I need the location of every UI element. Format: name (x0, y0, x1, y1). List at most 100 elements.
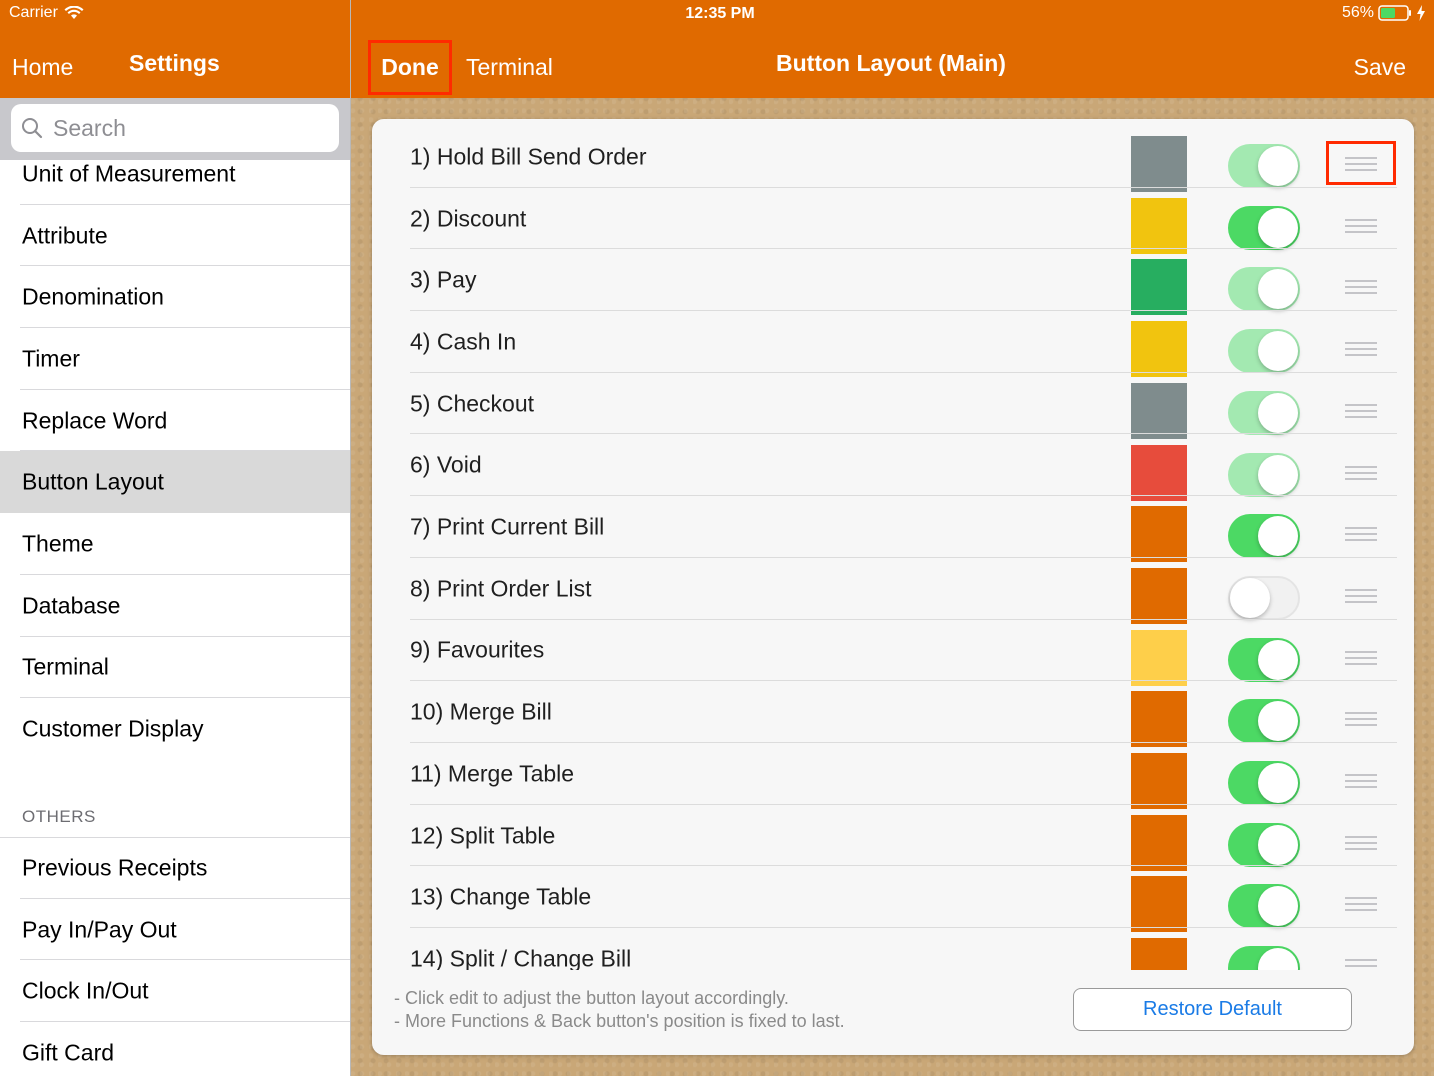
sidebar-item-unit-of-measurement[interactable]: Unit of Measurement (0, 143, 350, 205)
button-row-label: 13) Change Table (410, 883, 592, 910)
button-row: 12) Split Table (372, 805, 1414, 871)
sidebar-item-previous-receipts[interactable]: Previous Receipts (0, 837, 350, 899)
sidebar-item-label: Customer Display (22, 715, 204, 742)
visibility-toggle[interactable] (1228, 946, 1300, 970)
visibility-toggle[interactable] (1228, 637, 1300, 682)
button-color-swatch[interactable] (1131, 259, 1187, 316)
settings-sidebar: Carrier Home Settings Search Unit of Mea… (0, 0, 350, 1076)
reorder-handle-icon[interactable] (1326, 696, 1396, 740)
toggle-knob (1258, 886, 1298, 927)
button-row: 9) Favourites (372, 620, 1414, 686)
sidebar-item-terminal[interactable]: Terminal (0, 637, 350, 699)
sidebar-item-timer[interactable]: Timer (0, 328, 350, 390)
button-color-swatch[interactable] (1131, 814, 1187, 871)
visibility-toggle[interactable] (1228, 267, 1300, 312)
button-row-label: 4) Cash In (410, 328, 517, 355)
sidebar-item-attribute[interactable]: Attribute (0, 205, 350, 267)
detail-nav-bar: 12:35 PM 56% Done Terminal Button Layout… (351, 0, 1434, 98)
sidebar-item-pay-in-pay-out[interactable]: Pay In/Pay Out (0, 899, 350, 961)
button-row-label: 2) Discount (410, 205, 527, 232)
toggle-knob (1258, 824, 1298, 865)
button-row-label: 14) Split / Change Bill (410, 945, 632, 970)
sidebar-item-label: Denomination (22, 283, 164, 310)
restore-default-button[interactable]: Restore Default (1073, 988, 1352, 1031)
toggle-knob (1258, 392, 1298, 433)
reorder-handle-icon[interactable] (1326, 511, 1396, 555)
sidebar-item-gift-card[interactable]: Gift Card (0, 1022, 350, 1076)
button-row: 11) Merge Table (372, 743, 1414, 809)
sidebar-item-customer-display[interactable]: Customer Display (0, 698, 350, 760)
sidebar-item-label: Clock In/Out (22, 977, 149, 1004)
button-color-swatch[interactable] (1131, 321, 1187, 378)
save-button[interactable]: Save (1354, 54, 1406, 81)
button-color-swatch[interactable] (1131, 691, 1187, 748)
reorder-handle-icon[interactable] (1326, 820, 1396, 864)
button-row: 10) Merge Bill (372, 681, 1414, 748)
done-button[interactable]: Done (368, 40, 452, 95)
button-color-swatch[interactable] (1131, 444, 1187, 501)
sidebar-item-label: Previous Receipts (22, 854, 208, 881)
reorder-handle-icon[interactable] (1326, 450, 1396, 494)
visibility-toggle[interactable] (1228, 329, 1300, 374)
sidebar-item-label: Pay In/Pay Out (22, 916, 177, 943)
visibility-toggle[interactable] (1228, 884, 1300, 929)
reorder-handle-icon[interactable] (1326, 326, 1396, 370)
reorder-handle-icon[interactable] (1326, 264, 1396, 308)
visibility-toggle[interactable] (1228, 575, 1300, 620)
status-time: 12:35 PM (685, 5, 755, 22)
section-header-others: OTHERS (22, 807, 96, 826)
button-color-swatch[interactable] (1131, 753, 1187, 809)
button-row-label: 9) Favourites (410, 636, 545, 663)
button-row: 13) Change Table (372, 866, 1414, 933)
reorder-handle-icon[interactable] (1326, 388, 1396, 432)
reorder-handle-icon[interactable] (1326, 203, 1396, 247)
visibility-toggle[interactable] (1228, 761, 1300, 805)
button-list: 1) Hold Bill Send Order 2) Discount 3) Pay… (372, 119, 1414, 970)
button-layout-card: 1) Hold Bill Send Order 2) Discount 3) Pay… (372, 119, 1414, 1055)
button-row: 14) Split / Change Bill (372, 928, 1414, 970)
toggle-knob (1258, 639, 1298, 680)
reorder-handle-icon[interactable] (1326, 141, 1396, 185)
reorder-handle-icon[interactable] (1326, 943, 1396, 970)
sidebar-item-denomination[interactable]: Denomination (0, 266, 350, 329)
charging-bolt-icon (1417, 5, 1425, 21)
button-color-swatch[interactable] (1131, 197, 1187, 254)
toggle-knob (1258, 454, 1298, 495)
page-title: Button Layout (Main) (776, 50, 1006, 76)
button-row: 4) Cash In (372, 311, 1414, 378)
sidebar-item-replace-word[interactable]: Replace Word (0, 390, 350, 452)
reorder-handle-icon[interactable] (1326, 573, 1396, 617)
terminal-back-button[interactable]: Terminal (466, 54, 553, 81)
search-placeholder: Search (53, 114, 126, 141)
search-icon (22, 118, 43, 139)
toggle-knob (1258, 269, 1298, 310)
wifi-icon (64, 6, 84, 19)
visibility-toggle[interactable] (1228, 144, 1300, 188)
reorder-handle-icon[interactable] (1326, 881, 1396, 925)
settings-list: Unit of Measurement Attribute Denominati… (0, 143, 350, 760)
button-color-swatch[interactable] (1131, 382, 1187, 439)
sidebar-item-label: Attribute (22, 222, 108, 249)
button-row: 7) Print Current Bill (372, 496, 1414, 563)
sidebar-item-button-layout[interactable]: Button Layout (0, 451, 350, 514)
visibility-toggle[interactable] (1228, 822, 1300, 867)
sidebar-item-database[interactable]: Database (0, 575, 350, 637)
reorder-handle-icon[interactable] (1326, 758, 1396, 802)
visibility-toggle[interactable] (1228, 452, 1300, 497)
sidebar-item-clock-in-out[interactable]: Clock In/Out (0, 960, 350, 1023)
help-note: - Click edit to adjust the button layout… (394, 988, 789, 1008)
reorder-handle-icon[interactable] (1326, 635, 1396, 679)
visibility-toggle[interactable] (1228, 205, 1300, 250)
button-row: 6) Void (372, 435, 1414, 501)
visibility-toggle[interactable] (1228, 390, 1300, 435)
button-color-swatch[interactable] (1131, 938, 1187, 970)
button-color-swatch[interactable] (1131, 506, 1187, 563)
button-color-swatch[interactable] (1131, 567, 1187, 624)
button-color-swatch[interactable] (1131, 876, 1187, 933)
button-color-swatch[interactable] (1131, 629, 1187, 686)
home-back-button[interactable]: Home (12, 54, 73, 81)
button-color-swatch[interactable] (1131, 136, 1187, 192)
visibility-toggle[interactable] (1228, 514, 1300, 559)
sidebar-item-theme[interactable]: Theme (0, 513, 350, 575)
visibility-toggle[interactable] (1228, 699, 1300, 744)
